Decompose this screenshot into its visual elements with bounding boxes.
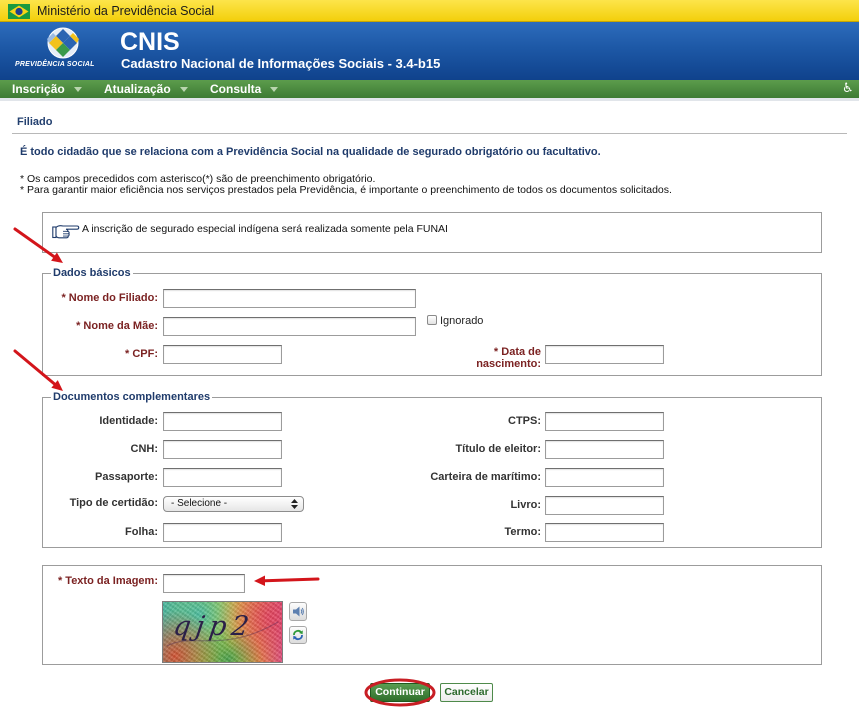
ignorado-checkbox[interactable] <box>427 315 437 325</box>
captcha-image: qjp2 <box>162 601 283 663</box>
captcha-audio-button[interactable] <box>289 602 307 621</box>
captcha-input[interactable] <box>163 574 245 593</box>
passaporte-input[interactable] <box>163 468 282 487</box>
wheelchair-icon[interactable]: ♿ <box>842 80 854 98</box>
documentos-legend: Documentos complementares <box>51 391 213 403</box>
speaker-icon <box>293 606 304 617</box>
carteira-maritimo-input[interactable] <box>545 468 664 487</box>
carteira-maritimo-label: Carteira de marítimo: <box>430 471 541 483</box>
tipo-certidao-selected: - Selecione - <box>171 498 228 509</box>
titulo-eleitor-input[interactable] <box>545 440 664 459</box>
identidade-label: Identidade: <box>99 415 158 427</box>
captcha-label: * Texto da Imagem: <box>57 575 158 587</box>
page-title: Filiado <box>17 116 53 128</box>
tipo-certidao-label: Tipo de certidão: <box>69 497 158 509</box>
nav-item-atualizacao[interactable]: Atualização <box>104 80 171 98</box>
ministry-title: Ministério da Previdência Social <box>37 4 215 18</box>
info-text: A inscrição de segurado especial indígen… <box>82 223 448 235</box>
nome-filiado-input[interactable] <box>163 289 416 308</box>
livro-input[interactable] <box>545 496 664 515</box>
cpf-label: * CPF: <box>125 348 158 360</box>
captcha-text: qjp2 <box>171 611 255 642</box>
data-nascimento-label: * Data de nascimento: <box>476 346 541 370</box>
cancel-button[interactable]: Cancelar <box>440 683 493 702</box>
dados-basicos-legend: Dados básicos <box>51 267 133 279</box>
caret-down-icon[interactable] <box>270 87 278 92</box>
pointing-hand-icon <box>52 223 80 239</box>
data-nascimento-input[interactable] <box>545 345 664 364</box>
cnh-input[interactable] <box>163 440 282 459</box>
termo-input[interactable] <box>545 523 664 542</box>
titulo-eleitor-label: Título de eleitor: <box>455 443 541 455</box>
previdencia-emblem-icon <box>40 27 86 59</box>
logo-text: PREVIDÊNCIA SOCIAL <box>15 61 95 68</box>
documents-note: * Para garantir maior eficiência nos ser… <box>20 184 672 196</box>
ctps-input[interactable] <box>545 412 664 431</box>
nav-divider <box>0 98 859 101</box>
nome-mae-input[interactable] <box>163 317 416 336</box>
refresh-icon <box>293 629 303 641</box>
captcha-refresh-button[interactable] <box>289 626 307 644</box>
nav-item-consulta[interactable]: Consulta <box>210 80 261 98</box>
caret-down-icon[interactable] <box>180 87 188 92</box>
identidade-input[interactable] <box>163 412 282 431</box>
title-divider <box>12 133 847 134</box>
tipo-certidao-select[interactable]: - Selecione - <box>163 496 304 512</box>
captcha-box <box>42 565 822 665</box>
continue-button[interactable]: Continuar <box>370 683 430 702</box>
passaporte-label: Passaporte: <box>95 471 158 483</box>
caret-down-icon[interactable] <box>74 87 82 92</box>
nome-mae-label: * Nome da Mãe: <box>76 320 158 332</box>
nav-item-inscricao[interactable]: Inscrição <box>12 80 65 98</box>
select-arrows-icon <box>291 499 298 509</box>
livro-label: Livro: <box>510 499 541 511</box>
app-full-name: Cadastro Nacional de Informações Sociais… <box>121 56 441 71</box>
ignorado-label[interactable]: Ignorado <box>440 315 483 327</box>
brazil-flag-icon <box>8 4 30 19</box>
folha-label: Folha: <box>125 526 158 538</box>
cnis-page: Ministério da Previdência Social PREVIDÊ… <box>0 0 859 709</box>
folha-input[interactable] <box>163 523 282 542</box>
app-name: CNIS <box>120 28 180 56</box>
termo-label: Termo: <box>504 526 541 538</box>
ctps-label: CTPS: <box>508 415 541 427</box>
nome-filiado-label: * Nome do Filiado: <box>61 292 158 304</box>
cnh-label: CNH: <box>130 443 159 455</box>
cpf-input[interactable] <box>163 345 282 364</box>
page-description: É todo cidadão que se relaciona com a Pr… <box>20 146 601 158</box>
